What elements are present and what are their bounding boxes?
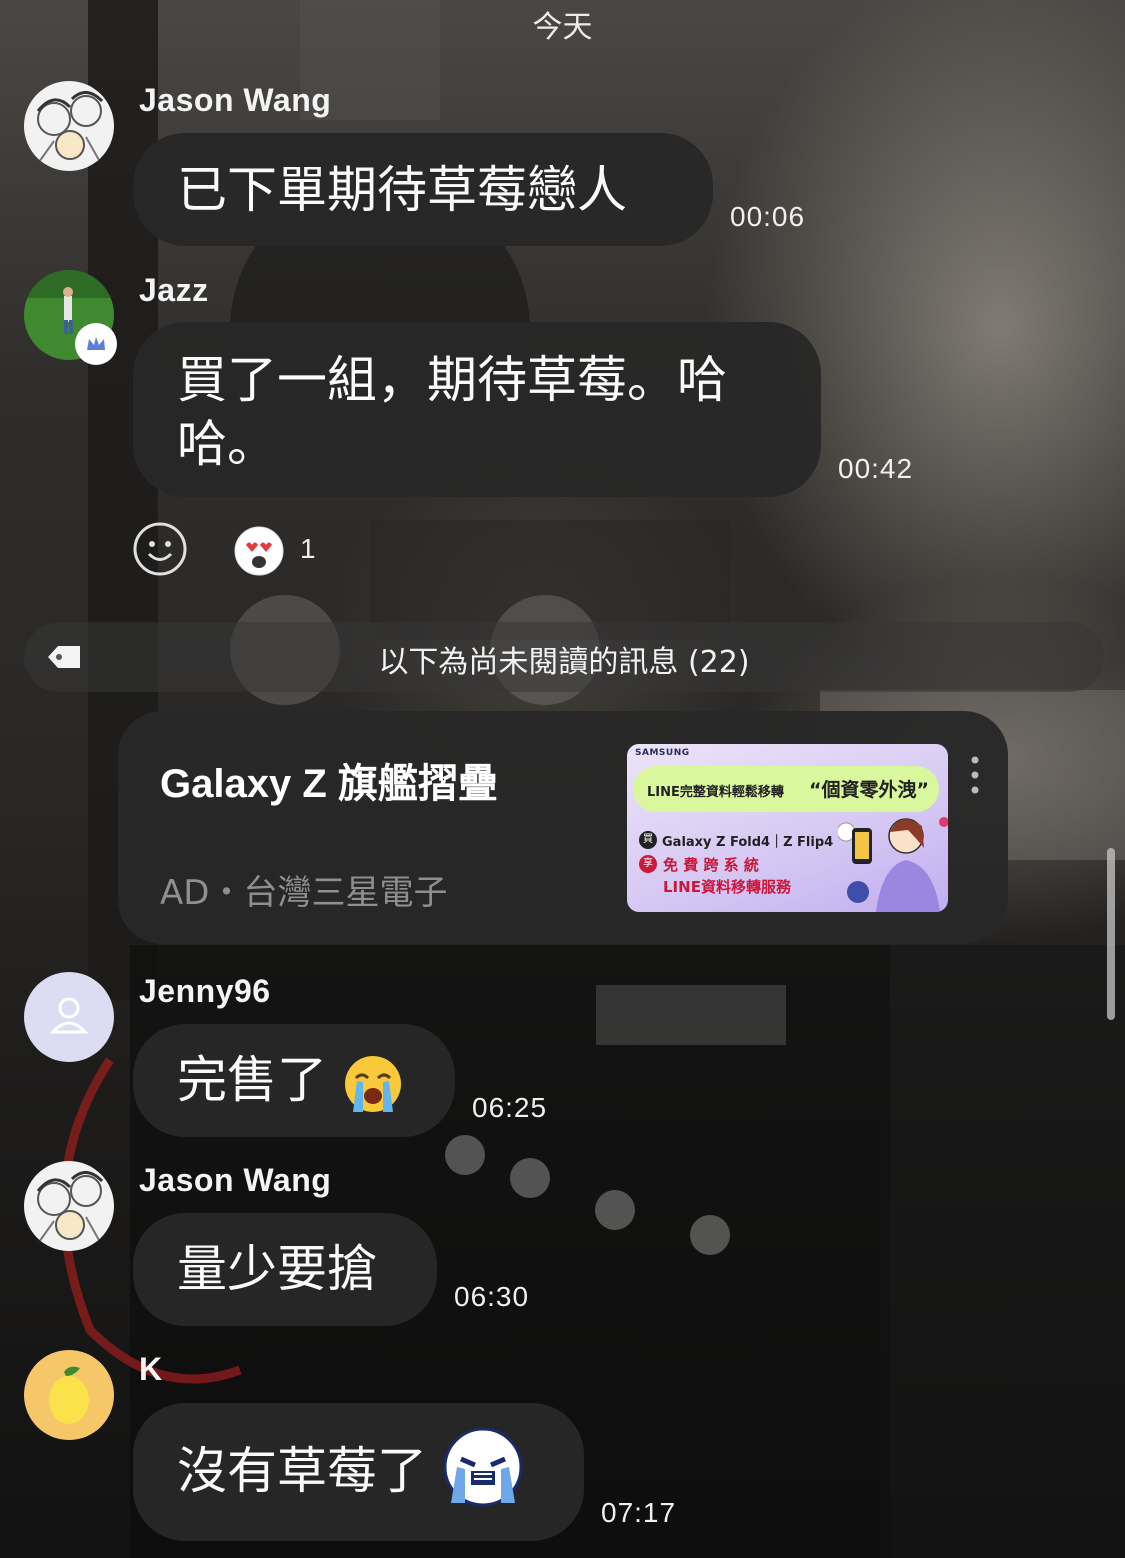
- message-time: 06:30: [454, 1281, 530, 1312]
- sender-name: Jason Wang: [139, 1162, 332, 1198]
- avatar-jason-wang[interactable]: [24, 1161, 114, 1251]
- samsung-logo: SAMSUNG: [635, 748, 690, 758]
- manga-avatar-icon: [24, 81, 114, 171]
- message-bubble[interactable]: 已下單期待草莓戀人: [133, 133, 713, 246]
- message-bubble[interactable]: 完售了: [133, 1024, 455, 1137]
- message-text-line: 哈。: [177, 415, 277, 473]
- date-separator: 今天: [532, 10, 593, 45]
- ad-image-offer-line2: LINE資料移轉服務: [663, 878, 791, 896]
- ad-image-models: Galaxy Z Fold4｜Z Flip4: [662, 835, 834, 850]
- sender-name: K: [139, 1351, 163, 1387]
- crying-sticker-face-icon: [443, 1427, 523, 1506]
- scrollbar[interactable]: [1107, 848, 1115, 1020]
- avatar-jason-wang[interactable]: [24, 81, 114, 171]
- reaction-count: 1: [300, 533, 316, 564]
- ad-card[interactable]: Galaxy Z 旗艦摺疊 AD・台灣三星電子 SAMSUNG LINE完整資料…: [118, 711, 1008, 944]
- unread-divider: 以下為尚未閱讀的訊息 (22): [24, 622, 1104, 692]
- message-time: 00:06: [730, 201, 806, 232]
- message-time: 06:25: [472, 1092, 548, 1123]
- ad-subtitle: AD・台灣三星電子: [160, 873, 448, 913]
- loudly-crying-face-icon: [344, 1055, 401, 1112]
- message-text: 已下單期待草莓戀人: [177, 161, 627, 219]
- ad-title: Galaxy Z 旗艦摺疊: [160, 762, 498, 806]
- sender-name: Jazz: [139, 272, 209, 308]
- ad-illustration-icon: [838, 817, 948, 912]
- avatar-k[interactable]: [24, 1350, 114, 1440]
- message-text-line: 買了一組，期待草莓。哈: [177, 351, 727, 409]
- ad-image-headline-small: LINE完整資料輕鬆移轉: [647, 785, 784, 800]
- manga-avatar-icon: [24, 1161, 114, 1251]
- sender-name: Jenny96: [139, 973, 271, 1009]
- ad-image-badge: 買: [639, 831, 657, 849]
- message-bubble[interactable]: 買了一組，期待草莓。哈 哈。: [133, 322, 821, 497]
- crown-badge-icon: [75, 323, 117, 365]
- ad-image-headline-quote: “個資零外洩”: [809, 779, 929, 801]
- more-options-icon[interactable]: [971, 756, 979, 794]
- ad-image-badge: 享: [639, 855, 657, 873]
- message-text: 完售了: [177, 1051, 327, 1109]
- add-reaction-button[interactable]: [132, 521, 188, 577]
- message-text: 沒有草莓了: [177, 1442, 427, 1500]
- message-bubble[interactable]: 量少要搶: [133, 1213, 437, 1326]
- message-bubble[interactable]: 沒有草莓了: [133, 1403, 584, 1541]
- message-text: 量少要搶: [177, 1240, 377, 1298]
- message-time: 00:42: [838, 453, 914, 484]
- ad-image[interactable]: SAMSUNG LINE完整資料輕鬆移轉 “個資零外洩” 買 Galaxy Z …: [627, 744, 948, 912]
- lemon-avatar-icon: [24, 1350, 114, 1440]
- sender-name: Jason Wang: [139, 82, 332, 118]
- reaction-heart-eyes[interactable]: 1: [233, 525, 323, 576]
- message-time: 07:17: [601, 1497, 677, 1528]
- default-person-avatar-icon: [24, 972, 114, 1062]
- avatar-jenny96[interactable]: [24, 972, 114, 1062]
- unread-label: 以下為尚未閱讀的訊息 (22): [378, 645, 750, 680]
- ad-image-offer-line1: 免 費 跨 系 統: [663, 856, 759, 874]
- heart-eyes-reaction-icon: [234, 526, 284, 576]
- smiley-icon: [133, 522, 187, 576]
